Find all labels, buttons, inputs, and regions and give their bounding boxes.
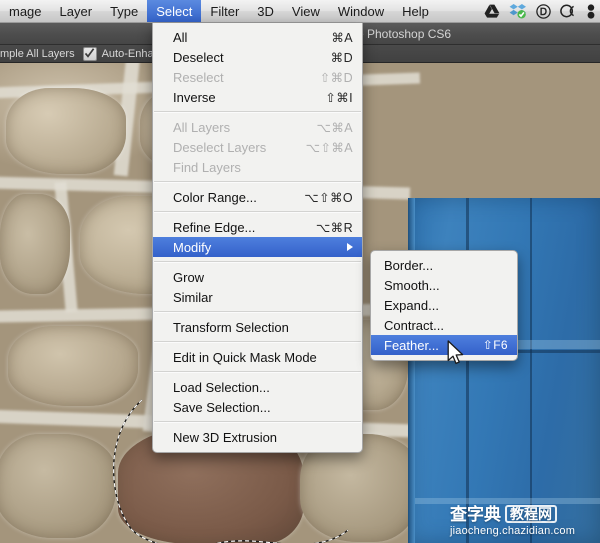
menu-item-label: Refine Edge... (173, 219, 256, 235)
menu-item-save-selection[interactable]: Save Selection... (153, 397, 362, 417)
menu-item-inverse[interactable]: Inverse ⇧⌘I (153, 87, 362, 107)
submenu-item-contract[interactable]: Contract... (371, 315, 517, 335)
menu-item-label: Deselect Layers (173, 139, 267, 155)
menu-item-load-selection[interactable]: Load Selection... (153, 377, 362, 397)
spotlight-icon[interactable] (586, 3, 596, 19)
menu-separator (154, 181, 361, 183)
menubar-item-3d[interactable]: 3D (248, 0, 283, 22)
menubar-item-window[interactable]: Window (329, 0, 393, 22)
menu-item-new-3d-extrusion[interactable]: New 3D Extrusion (153, 427, 362, 447)
watermark: 查字典 教程网 jiaocheng.chazidian.com (450, 505, 575, 537)
watermark-boxed-text: 教程网 (505, 505, 557, 523)
menu-item-similar[interactable]: Similar (153, 287, 362, 307)
menu-item-label: Feather... (384, 337, 439, 353)
menu-item-refine-edge[interactable]: Refine Edge... ⌥⌘R (153, 217, 362, 237)
menu-separator (154, 261, 361, 263)
menu-item-label: Inverse (173, 89, 216, 105)
menu-item-color-range[interactable]: Color Range... ⌥⇧⌘O (153, 187, 362, 207)
door-panel-line (530, 198, 532, 543)
menu-item-reselect: Reselect ⇧⌘D (153, 67, 362, 87)
menu-item-label: Color Range... (173, 189, 257, 205)
menubar-item-select[interactable]: Select (147, 0, 202, 22)
menu-item-label: All Layers (173, 119, 231, 135)
menu-item-label: All (173, 29, 188, 45)
menu-item-label: Edit in Quick Mask Mode (173, 349, 317, 365)
menu-item-label: Modify (173, 239, 212, 255)
menubar-item-view[interactable]: View (283, 0, 329, 22)
menu-item-all-layers: All Layers ⌥⌘A (153, 117, 362, 137)
menubar-item-layer[interactable]: Layer (51, 0, 102, 22)
menu-item-deselect[interactable]: Deselect ⌘D (153, 47, 362, 67)
menubar-item-filter[interactable]: Filter (201, 0, 248, 22)
menubar-spacer (438, 0, 484, 22)
menu-separator (154, 311, 361, 313)
modify-submenu[interactable]: Border... Smooth... Expand... Contract..… (370, 250, 518, 361)
menubar-item-help[interactable]: Help (393, 0, 438, 22)
sample-all-layers-label: mple All Layers (0, 47, 75, 60)
photoshop-screenshot: e Photoshop CS6 mple All Layers Auto-Enh… (0, 0, 600, 543)
watermark-brand-row: 查字典 教程网 (450, 505, 575, 523)
menu-item-shortcut: ⇧F6 (482, 338, 508, 352)
menu-item-shortcut: ⇧⌘D (319, 70, 353, 85)
submenu-item-border[interactable]: Border... (371, 255, 517, 275)
menu-item-label: Grow (173, 269, 205, 285)
menu-separator (154, 341, 361, 343)
menubar-item-type[interactable]: Type (101, 0, 147, 22)
menu-item-transform-selection[interactable]: Transform Selection (153, 317, 362, 337)
submenu-arrow-icon (347, 243, 353, 251)
menu-item-shortcut: ⌥⌘R (315, 220, 353, 235)
menu-item-label: Find Layers (173, 159, 241, 175)
menu-item-shortcut: ⌘D (330, 50, 353, 65)
menu-item-label: Transform Selection (173, 319, 289, 335)
creative-cloud-icon[interactable] (560, 4, 577, 18)
menubar-status-icons[interactable] (484, 0, 600, 22)
menu-item-shortcut: ⌥⇧⌘A (305, 140, 353, 155)
stone (0, 194, 70, 294)
menu-item-label: Reselect (173, 69, 224, 85)
menu-item-all[interactable]: All ⌘A (153, 27, 362, 47)
menu-item-label: Smooth... (384, 277, 440, 293)
menu-item-edit-in-quick-mask-mode[interactable]: Edit in Quick Mask Mode (153, 347, 362, 367)
menu-item-label: New 3D Extrusion (173, 429, 278, 445)
menu-item-grow[interactable]: Grow (153, 267, 362, 287)
select-dropdown-menu[interactable]: All ⌘A Deselect ⌘D Reselect ⇧⌘D Inverse … (152, 23, 363, 453)
stone (0, 434, 116, 538)
application-title: e Photoshop CS6 (357, 26, 452, 41)
submenu-item-smooth[interactable]: Smooth... (371, 275, 517, 295)
menu-item-label: Deselect (173, 49, 224, 65)
submenu-item-expand[interactable]: Expand... (371, 295, 517, 315)
auto-enhance-checkbox[interactable] (82, 46, 97, 61)
menu-separator (154, 211, 361, 213)
stone (8, 326, 138, 406)
watermark-url: jiaocheng.chazidian.com (450, 525, 576, 537)
stone (6, 88, 126, 174)
submenu-item-feather[interactable]: Feather... ⇧F6 (371, 335, 517, 355)
menu-separator (154, 371, 361, 373)
watermark-brand: 查字典 (450, 504, 501, 524)
menu-item-shortcut: ⌘A (331, 30, 353, 45)
menubar-item-image[interactable]: mage (0, 0, 51, 22)
menu-item-find-layers: Find Layers (153, 157, 362, 177)
door-highlight (408, 498, 600, 504)
dropbox-sync-icon[interactable] (509, 3, 527, 19)
menu-item-shortcut: ⇧⌘I (325, 90, 353, 105)
dropbox-circle-icon[interactable] (536, 3, 551, 19)
menu-item-label: Border... (384, 257, 434, 273)
menu-item-label: Contract... (384, 317, 444, 333)
menu-separator (154, 421, 361, 423)
menu-item-deselect-layers: Deselect Layers ⌥⇧⌘A (153, 137, 362, 157)
google-drive-icon[interactable] (484, 4, 500, 18)
menu-item-shortcut: ⌥⇧⌘O (304, 190, 353, 205)
mac-menu-bar[interactable]: mage Layer Type Select Filter 3D View Wi… (0, 0, 600, 23)
checkmark-icon (84, 48, 95, 58)
menu-separator (154, 111, 361, 113)
menu-item-modify[interactable]: Modify (153, 237, 362, 257)
menu-item-shortcut: ⌥⌘A (316, 120, 353, 135)
menu-item-label: Load Selection... (173, 379, 270, 395)
menu-item-label: Similar (173, 289, 213, 305)
menu-item-label: Expand... (384, 297, 439, 313)
menu-item-label: Save Selection... (173, 399, 271, 415)
